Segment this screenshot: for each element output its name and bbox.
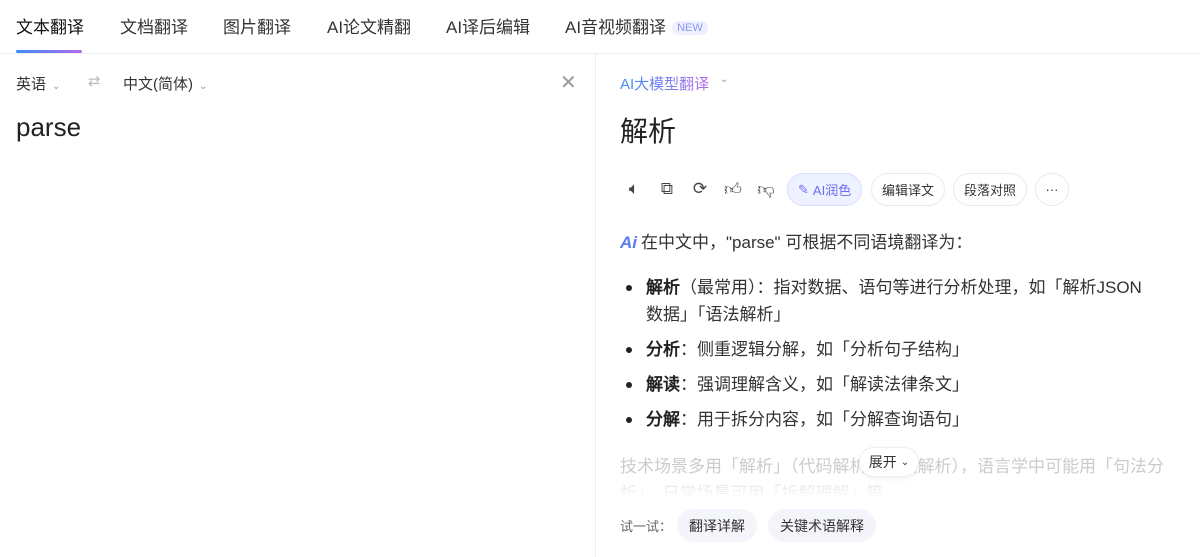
thumbs-up-icon[interactable]: 👍︎ [723,178,743,200]
term-desc: ：用于拆分内容，如「分解查询语句」 [680,410,969,429]
term: 解读 [646,375,680,394]
chevron-down-icon: ⌄ [199,81,208,92]
active-tab-indicator [16,50,82,53]
list-item: 分析：侧重逻辑分解，如「分析句子结构」 [626,336,1146,363]
expand-button[interactable]: 展开 ⌄ [859,447,919,477]
speaker-icon[interactable]: 🔈︎ [624,178,644,200]
copy-icon[interactable]: ⧉ [657,178,677,200]
swap-languages-icon[interactable]: ⇄ [88,72,101,90]
ai-explanation-intro: Ai 在中文中，"parse" 可根据不同语境翻译为： [620,228,972,253]
target-language-label: 中文(简体) [123,76,193,93]
edit-translation-button[interactable]: 编辑译文 [871,173,946,206]
thumbs-down-icon[interactable]: 👎︎ [756,178,776,200]
chevron-down-icon: ⌄ [900,456,910,468]
try-label: 试一试： [620,519,673,534]
list-item: 解读：强调理解含义，如「解读法律条文」 [626,371,1146,398]
term: 分析 [646,340,680,359]
term-desc: （最常用）：指对数据、语句等进行分析处理，如「解析JSON数据」「语法解析」 [646,278,1142,324]
term: 分解 [646,410,680,429]
refresh-icon[interactable]: ⟳ [690,178,710,200]
tab-bar: 文本翻译 文档翻译 图片翻译 AI论文精翻 AI译后编辑 AI音视频翻译 NEW [0,0,1200,54]
tab-document-translate[interactable]: 文档翻译 [120,13,188,38]
try-chip-terms[interactable]: 关键术语解释 [768,509,876,542]
ai-polish-button[interactable]: ✎ AI润色 [787,173,863,206]
source-language-label: 英语 [16,76,47,93]
clear-input-icon[interactable]: ✕ [560,70,577,95]
term: 解析 [646,278,680,297]
list-item: 分解：用于拆分内容，如「分解查询语句」 [626,406,1146,433]
wand-icon: ✎ [798,181,809,197]
translation-result: 解析 [620,116,677,147]
ai-polish-label: AI润色 [812,183,852,198]
model-select[interactable]: AI大模型翻译 [620,73,709,94]
tab-image-translate[interactable]: 图片翻译 [223,13,291,38]
pane-divider [595,54,596,557]
tab-label: AI音视频翻译 [565,18,667,37]
tab-ai-paper[interactable]: AI论文精翻 [327,13,411,38]
intro-text: 在中文中，"parse" 可根据不同语境翻译为： [641,233,973,252]
expand-label: 展开 [868,454,897,470]
source-text-input[interactable]: parse [16,112,81,143]
paragraph-compare-button[interactable]: 段落对照 [953,173,1028,206]
try-chip-detail[interactable]: 翻译详解 [677,509,757,542]
new-badge: NEW [672,21,708,35]
term-desc: ：侧重逻辑分解，如「分析句子结构」 [680,340,969,359]
tab-text-translate[interactable]: 文本翻译 [16,13,84,38]
more-button[interactable]: ··· [1035,173,1069,206]
tab-ai-post-edit[interactable]: AI译后编辑 [446,13,530,38]
source-language-select[interactable]: 英语 ⌄ [16,73,60,94]
term-desc: ：强调理解含义，如「解读法律条文」 [680,375,969,394]
list-item: 解析（最常用）：指对数据、语句等进行分析处理，如「解析JSON数据」「语法解析」 [626,274,1146,328]
ai-sparkle-icon: Ai [620,233,637,252]
meaning-list: 解析（最常用）：指对数据、语句等进行分析处理，如「解析JSON数据」「语法解析」… [626,274,1146,441]
tab-ai-av-translate[interactable]: AI音视频翻译 NEW [565,13,708,38]
chevron-down-icon: ⌄ [52,81,61,92]
target-language-select[interactable]: 中文(简体) ⌄ [123,73,207,94]
chevron-down-icon[interactable]: ⌄ [720,74,728,85]
